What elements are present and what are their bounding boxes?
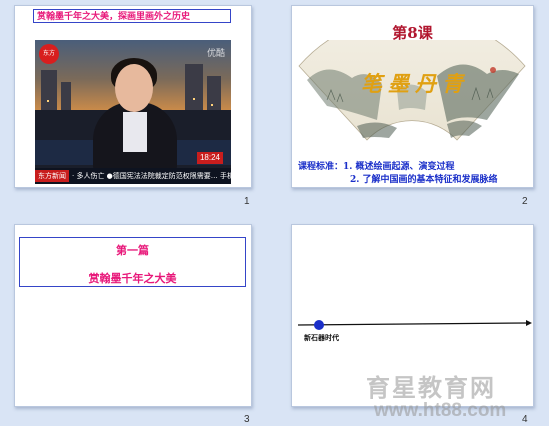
slide-1-title: 赏翰墨千年之大美，探画里画外之历史 [33, 9, 231, 23]
news-video-frame: 东方 优酷 18:24 东方新闻 · 多人伤亡 ●德国宪法法院裁定防范权限需要… … [35, 40, 231, 184]
slide-thumbnail-3[interactable]: 第一篇 赏翰墨千年之大美 [14, 224, 252, 407]
video-building [185, 64, 203, 110]
video-building [207, 76, 221, 110]
timeline-label: 新石器时代 [304, 334, 339, 342]
slide-number-1: 1 [244, 196, 250, 207]
standard-item-1: 1. 概述绘画起源、演变过程 [343, 162, 455, 172]
video-watermark: 优酷 [206, 49, 225, 59]
slide-number-3: 3 [244, 414, 250, 425]
slide-thumbnail-1[interactable]: 赏翰墨千年之大美，探画里画外之历史 东方 优酷 18:24 东方新闻 · 多人伤亡… [14, 5, 252, 188]
city-light [47, 100, 49, 102]
site-watermark-url: www.ht88.com [374, 400, 507, 421]
slide-number-2: 2 [522, 196, 528, 207]
timeline-axis [297, 322, 527, 326]
section-box: 第一篇 赏翰墨千年之大美 [19, 237, 246, 287]
site-watermark-name: 育星教育网 [366, 373, 496, 402]
site-watermark: 育星教育网 www.ht88.com [360, 368, 545, 424]
timeline-dot-icon [314, 320, 324, 330]
video-building [61, 82, 71, 110]
fan-title-text: 笔墨丹青 [361, 71, 469, 96]
video-clock: 18:24 [197, 152, 223, 164]
channel-logo-icon: 东方 [39, 44, 59, 64]
city-light [193, 98, 195, 100]
anchor-shirt [123, 112, 147, 152]
anchor-face [115, 64, 153, 112]
news-ticker: 东方新闻 · 多人伤亡 ●德国宪法法院裁定防范权限需要… 手机日报 [35, 168, 231, 184]
section-heading: 第一篇 [116, 244, 149, 257]
folding-fan-painting: 笔墨丹青 [297, 14, 527, 150]
standard-label: 课程标准： [298, 162, 344, 172]
course-standard: 课程标准：1. 概述绘画起源、演变过程 [298, 159, 455, 172]
ticker-text: · 多人伤亡 ●德国宪法法院裁定防范权限需要… 手机日报 [72, 172, 231, 180]
section-subtitle: 赏翰墨千年之大美 [88, 272, 177, 285]
standard-item-2: 2. 了解中国画的基本特征和发展脉络 [350, 175, 498, 185]
city-light [211, 104, 213, 106]
ticker-tag: 东方新闻 [35, 170, 69, 182]
slide-thumbnail-2[interactable]: 第8课 笔墨丹青 课程标准：1. 概述绘画起源、演变过程 2. 了解中国画的基本… [291, 5, 534, 188]
video-building [41, 70, 57, 110]
arrow-right-icon [526, 320, 532, 326]
